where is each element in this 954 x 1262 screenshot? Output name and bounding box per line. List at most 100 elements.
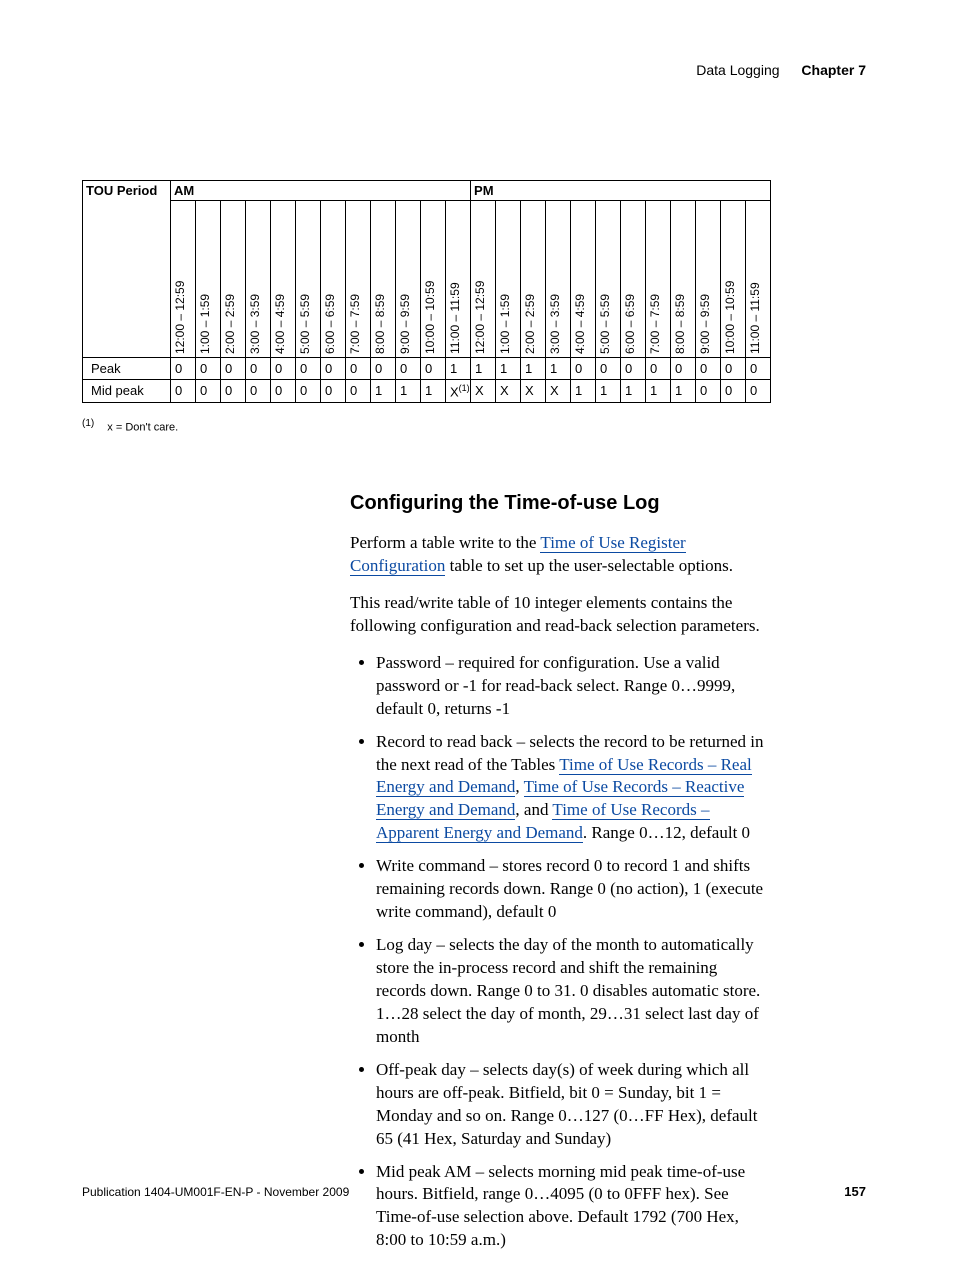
footnote-marker: (1) (82, 418, 94, 429)
running-header: Data Logging Chapter 7 (696, 62, 866, 78)
header-section: Data Logging (696, 62, 779, 78)
hour-cell: 8:00 – 8:59 (371, 201, 396, 358)
col-header-am: AM (171, 181, 471, 201)
table-row: Mid peak00000000111X(1)XXXX11111000 (83, 380, 771, 403)
paragraph: Perform a table write to the Time of Use… (350, 532, 770, 578)
data-cell: 0 (671, 358, 696, 380)
data-cell: 1 (596, 380, 621, 403)
header-chapter: Chapter 7 (801, 62, 866, 78)
data-cell: X (471, 380, 496, 403)
hour-cell: 12:00 – 12:59 (471, 201, 496, 358)
data-cell: 0 (271, 358, 296, 380)
data-cell: 0 (271, 380, 296, 403)
hour-cell: 3:00 – 3:59 (546, 201, 571, 358)
data-cell: 0 (696, 358, 721, 380)
data-cell: 0 (321, 380, 346, 403)
hour-cell: 2:00 – 2:59 (521, 201, 546, 358)
data-cell: 0 (721, 358, 746, 380)
hour-cell: 6:00 – 6:59 (621, 201, 646, 358)
row-label: Peak (83, 358, 171, 380)
col-header-period: TOU Period (83, 181, 171, 358)
hour-cell: 1:00 – 1:59 (496, 201, 521, 358)
table-row: Peak000000000001111100000000 (83, 358, 771, 380)
data-cell: 0 (171, 358, 196, 380)
data-cell: 0 (296, 380, 321, 403)
data-cell: 1 (496, 358, 521, 380)
hour-cell: 10:00 – 10:59 (421, 201, 446, 358)
hour-cell: 12:00 – 12:59 (171, 201, 196, 358)
list-item: Record to read back – selects the record… (376, 731, 770, 846)
data-cell: 0 (171, 380, 196, 403)
data-cell: 0 (196, 380, 221, 403)
data-cell: 1 (396, 380, 421, 403)
data-cell: 0 (646, 358, 671, 380)
footnote-text: x = Don't care. (107, 422, 178, 434)
data-cell: 0 (721, 380, 746, 403)
hour-cell: 9:00 – 9:59 (696, 201, 721, 358)
body-text: Perform a table write to the Time of Use… (350, 532, 770, 1262)
page-number: 157 (844, 1184, 866, 1199)
data-cell: 1 (421, 380, 446, 403)
hour-cell: 10:00 – 10:59 (721, 201, 746, 358)
list-item: Log day – selects the day of the month t… (376, 934, 770, 1049)
data-cell: 1 (646, 380, 671, 403)
data-cell: X (521, 380, 546, 403)
data-cell: X (496, 380, 521, 403)
publication-id: Publication 1404-UM001F-EN-P - November … (82, 1185, 349, 1199)
hour-cell: 2:00 – 2:59 (221, 201, 246, 358)
tou-period-table: TOU Period AM PM 12:00 – 12:591:00 – 1:5… (82, 180, 771, 403)
list-item: Write command – stores record 0 to recor… (376, 855, 770, 924)
data-cell: 1 (671, 380, 696, 403)
bullet-list: Password – required for configuration. U… (358, 652, 770, 1253)
list-item: Off-peak day – selects day(s) of week du… (376, 1059, 770, 1151)
data-cell: 0 (346, 358, 371, 380)
hour-cell: 11:00 – 11:59 (746, 201, 771, 358)
data-cell: 0 (346, 380, 371, 403)
data-cell: 0 (221, 358, 246, 380)
data-cell: 1 (471, 358, 496, 380)
hour-cell: 4:00 – 4:59 (571, 201, 596, 358)
list-item: Mid peak AM – selects morning mid peak t… (376, 1161, 770, 1253)
list-item: Password – required for configuration. U… (376, 652, 770, 721)
data-cell: 0 (571, 358, 596, 380)
hour-cell: 8:00 – 8:59 (671, 201, 696, 358)
table-hour-row: 12:00 – 12:591:00 – 1:592:00 – 2:593:00 … (83, 201, 771, 358)
data-cell: 0 (596, 358, 621, 380)
col-header-pm: PM (471, 181, 771, 201)
data-cell: 0 (246, 380, 271, 403)
hour-cell: 9:00 – 9:59 (396, 201, 421, 358)
data-cell: 0 (221, 380, 246, 403)
data-cell: 0 (696, 380, 721, 403)
data-cell: 1 (371, 380, 396, 403)
data-cell: 0 (196, 358, 221, 380)
data-cell: 0 (746, 358, 771, 380)
data-cell: 0 (396, 358, 421, 380)
data-cell: 1 (621, 380, 646, 403)
data-cell: 0 (246, 358, 271, 380)
data-cell: 0 (321, 358, 346, 380)
hour-cell: 7:00 – 7:59 (646, 201, 671, 358)
hour-cell: 5:00 – 5:59 (296, 201, 321, 358)
hour-cell: 3:00 – 3:59 (246, 201, 271, 358)
data-cell: 1 (521, 358, 546, 380)
data-cell: 0 (421, 358, 446, 380)
hour-cell: 4:00 – 4:59 (271, 201, 296, 358)
hour-cell: 6:00 – 6:59 (321, 201, 346, 358)
section-heading: Configuring the Time-of-use Log (350, 492, 660, 515)
hour-cell: 7:00 – 7:59 (346, 201, 371, 358)
data-cell: 0 (296, 358, 321, 380)
data-cell: 0 (371, 358, 396, 380)
hour-cell: 11:00 – 11:59 (446, 201, 471, 358)
hour-cell: 5:00 – 5:59 (596, 201, 621, 358)
row-label: Mid peak (83, 380, 171, 403)
hour-cell: 1:00 – 1:59 (196, 201, 221, 358)
table-footnote: (1) x = Don't care. (82, 418, 178, 434)
data-cell: 0 (746, 380, 771, 403)
data-cell: 1 (571, 380, 596, 403)
table-header-row: TOU Period AM PM (83, 181, 771, 201)
data-cell: 1 (546, 358, 571, 380)
data-cell: 1 (446, 358, 471, 380)
data-cell: 0 (621, 358, 646, 380)
paragraph: This read/write table of 10 integer elem… (350, 592, 770, 638)
data-cell: X(1) (446, 380, 471, 403)
